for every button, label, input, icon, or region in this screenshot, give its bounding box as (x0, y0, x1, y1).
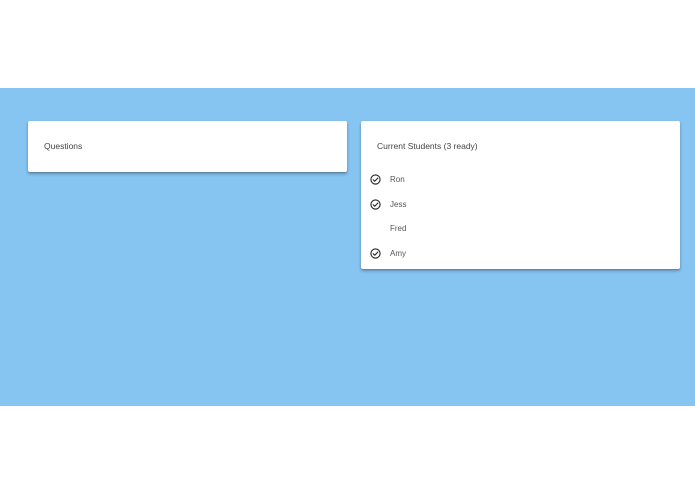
student-name: Jess (390, 199, 407, 209)
student-name: Amy (390, 248, 406, 258)
student-list: Ron Jess Fred Amy (361, 168, 680, 266)
student-row[interactable]: Ron (361, 168, 680, 193)
check-circle-icon (370, 247, 381, 259)
check-circle-icon (370, 198, 381, 210)
students-card: Current Students (3 ready) Ron Jess Fred (361, 121, 680, 269)
student-name: Fred (390, 224, 407, 233)
student-name: Ron (390, 175, 405, 184)
students-card-title: Current Students (3 ready) (377, 141, 478, 151)
student-row[interactable]: Jess (361, 193, 680, 218)
questions-card-title: Questions (44, 141, 83, 151)
questions-card: Questions (28, 121, 347, 172)
check-circle-icon (370, 174, 381, 185)
student-row[interactable]: Fred (361, 217, 680, 242)
main-stage: Questions Current Students (3 ready) Ron… (0, 88, 695, 406)
student-row[interactable]: Amy (361, 242, 680, 267)
